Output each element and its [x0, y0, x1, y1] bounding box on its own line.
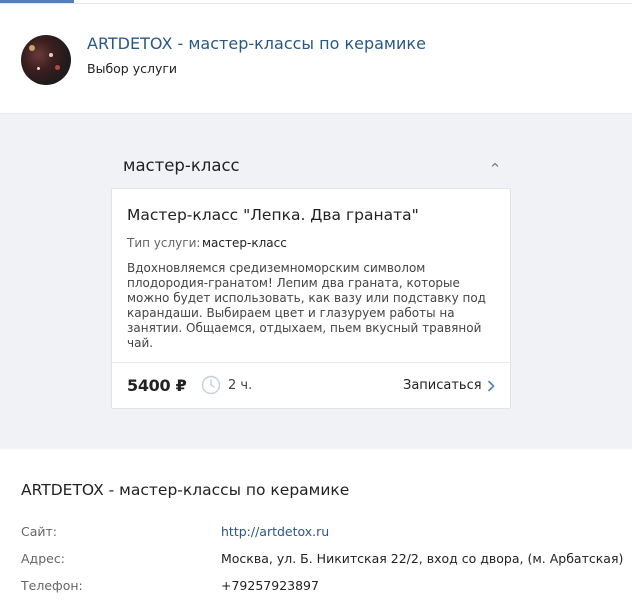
- site-label: Сайт:: [21, 524, 58, 539]
- service-card-footer: 5400 ₽ 2 ч. Записаться: [112, 362, 510, 409]
- address-label: Адрес:: [21, 551, 65, 566]
- service-type-value: мастер-класс: [202, 236, 287, 250]
- phone-label: Телефон:: [21, 578, 83, 593]
- chevron-up-icon[interactable]: [488, 158, 502, 172]
- service-card: Мастер-класс "Лепка. Два граната" Тип ус…: [111, 188, 511, 409]
- book-button[interactable]: Записаться: [392, 371, 500, 401]
- site-row: Сайт: http://artdetox.ru: [0, 524, 632, 544]
- address-row: Адрес: Москва, ул. Б. Никитская 22/2, вх…: [0, 551, 632, 571]
- service-price: 5400 ₽: [127, 376, 187, 395]
- info-section: ARTDETOX - мастер-классы по керамике Сай…: [0, 449, 632, 609]
- section-title[interactable]: мастер-класс: [123, 156, 240, 175]
- clock-icon: [201, 375, 221, 395]
- services-section: мастер-класс Мастер-класс "Лепка. Два гр…: [0, 113, 632, 450]
- address-value: Москва, ул. Б. Никитская 22/2, вход со д…: [221, 551, 624, 566]
- page-title[interactable]: ARTDETOX - мастер-классы по керамике: [87, 34, 426, 53]
- service-description: Вдохновляемся средиземноморским символом…: [127, 261, 486, 350]
- avatar[interactable]: [21, 35, 71, 85]
- service-type-label: Тип услуги:: [127, 236, 201, 250]
- book-button-label: Записаться: [403, 378, 482, 393]
- page-header: ARTDETOX - мастер-классы по керамике Выб…: [0, 4, 632, 113]
- info-title: ARTDETOX - мастер-классы по керамике: [21, 481, 350, 499]
- chevron-right-icon: [488, 380, 495, 392]
- site-link[interactable]: http://artdetox.ru: [221, 524, 329, 539]
- phone-value: +79257923897: [221, 578, 319, 593]
- service-duration: 2 ч.: [228, 378, 253, 393]
- page-subtitle: Выбор услуги: [87, 61, 178, 76]
- phone-row: Телефон: +79257923897: [0, 578, 632, 598]
- service-title[interactable]: Мастер-класс "Лепка. Два граната": [127, 206, 419, 224]
